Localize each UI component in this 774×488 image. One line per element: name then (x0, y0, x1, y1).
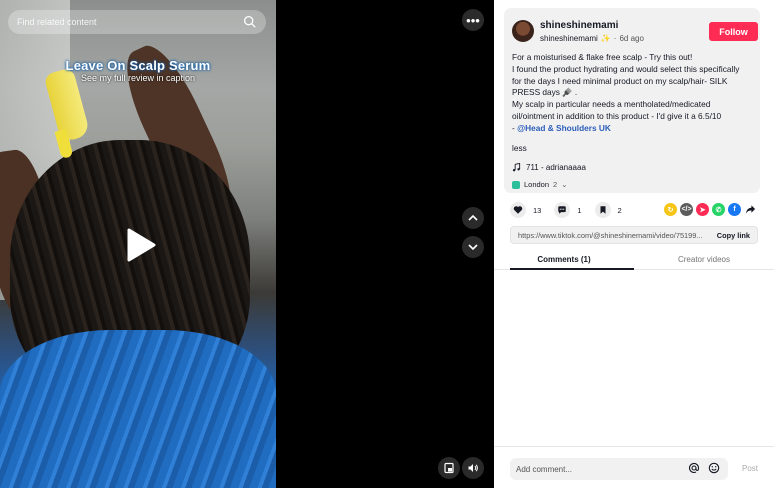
tab-comments[interactable]: Comments (1) (494, 250, 634, 270)
post-card: shineshinemami shineshinemami ✨ · 6d ago… (504, 8, 760, 193)
search-icon[interactable] (243, 15, 256, 28)
comment-count: 1 (577, 205, 582, 215)
description-line: PRESS days 🪮 . (512, 87, 578, 98)
post-comment-button[interactable]: Post (742, 464, 758, 473)
tab-bar: Comments (1) Creator videos (494, 250, 774, 270)
description-line: I found the product hydrating and would … (512, 63, 740, 74)
chevron-down-icon: ⌄ (561, 180, 568, 189)
description-line: oil/ointment in addition to this product… (512, 110, 722, 121)
share-row: ↻ </> ➤ ✆ f (664, 203, 757, 216)
comment-stat[interactable]: 1 (554, 202, 582, 218)
handle-row: shineshinemami ✨ · 6d ago (540, 34, 644, 43)
embed-icon[interactable]: </> (680, 203, 693, 216)
location-pin-icon (512, 180, 520, 189)
facebook-icon[interactable]: f (728, 203, 741, 216)
like-count: 13 (533, 205, 542, 215)
blue-shirt (0, 330, 276, 488)
more-options-button[interactable]: ••• (462, 9, 484, 31)
play-icon[interactable] (126, 228, 156, 262)
chevron-up-icon (468, 214, 478, 221)
next-video-button[interactable] (462, 236, 484, 258)
less-toggle[interactable]: less (512, 143, 527, 153)
video-overlay-subtitle: See my full review in caption (80, 73, 196, 83)
repost-icon[interactable]: ↻ (664, 203, 677, 216)
chevron-down-icon (468, 244, 478, 251)
music-note-icon (512, 163, 521, 172)
like-stat[interactable]: 13 (510, 202, 541, 218)
volume-icon (468, 464, 478, 472)
copy-link-button[interactable]: Copy link (717, 231, 750, 240)
search-bar[interactable]: Find related content (8, 10, 266, 34)
location-chip[interactable]: London 2 ⌄ (512, 180, 568, 189)
post-date: 6d ago (619, 34, 644, 43)
heart-icon[interactable] (510, 202, 526, 218)
mention-line: - @Head & Shoulders UK (512, 123, 756, 135)
whatsapp-icon[interactable]: ✆ (712, 203, 725, 216)
description-line: My scalp in particular needs a mentholat… (512, 99, 711, 110)
engagement-bar: 13 1 2 (510, 202, 635, 218)
video-player[interactable]: Find related content Leave On Scalp Seru… (0, 0, 276, 488)
details-panel: shineshinemami shineshinemami ✨ · 6d ago… (494, 0, 774, 488)
avatar[interactable] (512, 20, 534, 42)
video-url[interactable]: https://www.tiktok.com/@shineshinemami/v… (518, 231, 703, 240)
handle[interactable]: shineshinemami (540, 34, 598, 43)
location-count: 2 (553, 180, 558, 189)
share-arrow-icon[interactable] (744, 203, 757, 216)
send-icon[interactable]: ➤ (696, 203, 709, 216)
volume-button[interactable] (462, 457, 484, 479)
floating-player-button[interactable] (438, 457, 460, 479)
comment-tools (688, 462, 720, 474)
save-count: 2 (617, 205, 622, 215)
username[interactable]: shineshinemami (540, 20, 618, 31)
description-line: For a moisturised & flake free scalp - T… (512, 52, 693, 62)
separator: · (613, 34, 617, 43)
picture-in-picture-icon (444, 462, 454, 474)
save-stat[interactable]: 2 (594, 202, 622, 218)
music-link[interactable]: 711 - adrianaaaa (512, 163, 586, 172)
mention-link[interactable]: @Head & Shoulders UK (517, 123, 611, 133)
video-overlay-title: Leave On Scalp Serum (65, 58, 211, 73)
bookmark-icon[interactable] (594, 202, 611, 218)
mention-icon[interactable] (688, 462, 700, 474)
app-root: Find related content Leave On Scalp Seru… (0, 0, 774, 488)
search-placeholder[interactable]: Find related content (17, 17, 97, 27)
comment-placeholder[interactable]: Add comment... (516, 465, 572, 474)
description-line: for the days I need minimal product on m… (512, 75, 728, 86)
tab-creator-videos[interactable]: Creator videos (634, 250, 774, 269)
post-description: For a moisturised & flake free scalp - T… (512, 52, 756, 135)
emoji-icon[interactable] (708, 462, 720, 474)
comment-composer: Add comment... Post (494, 446, 774, 488)
follow-button[interactable]: Follow (709, 22, 758, 41)
video-column: Find related content Leave On Scalp Seru… (0, 0, 494, 488)
copy-link-bar: https://www.tiktok.com/@shineshinemami/v… (510, 226, 758, 244)
music-title[interactable]: 711 - adrianaaaa (526, 163, 586, 172)
comment-input[interactable]: Add comment... (510, 458, 728, 480)
previous-video-button[interactable] (462, 207, 484, 229)
location-name: London (524, 180, 550, 189)
comment-icon[interactable] (554, 202, 571, 218)
handle-emoji: ✨ (600, 34, 611, 43)
